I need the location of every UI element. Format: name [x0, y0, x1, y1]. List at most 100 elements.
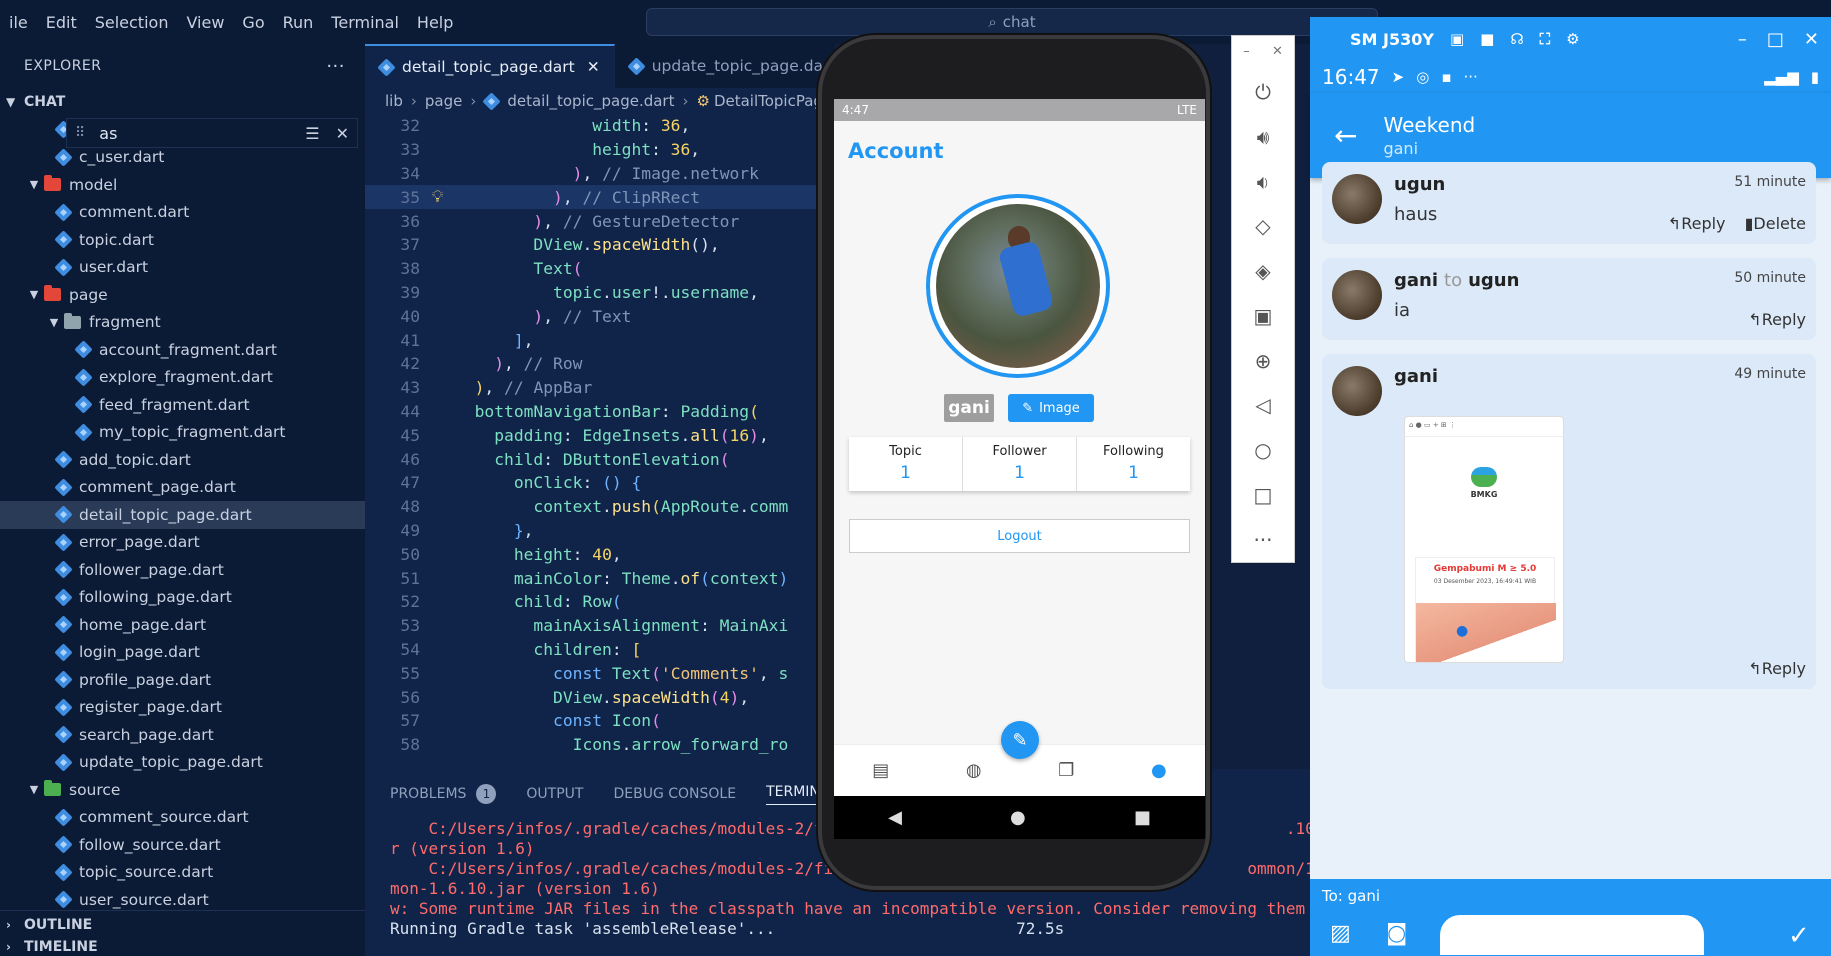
code-line[interactable]: 55 const Text('Comments', s — [365, 661, 835, 685]
reply-button[interactable]: ↰Reply — [1668, 214, 1726, 233]
volume-up-icon[interactable]: 🔊︎ — [1257, 115, 1270, 160]
power-icon[interactable]: ⏻ — [1255, 70, 1271, 115]
tree-file[interactable]: register_page.dart — [0, 694, 365, 722]
tree-file[interactable]: topic.dart — [0, 226, 365, 254]
my-topic-icon[interactable]: ❐ — [1058, 760, 1074, 781]
avatar[interactable] — [1332, 174, 1382, 224]
menu-selection[interactable]: Selection — [86, 13, 178, 32]
tab-output[interactable]: OUTPUT — [526, 786, 583, 802]
recents-icon[interactable]: ■ — [1134, 807, 1151, 828]
close-tab-icon[interactable]: ✕ — [587, 58, 600, 76]
menu-file[interactable]: ile — [0, 13, 37, 32]
code-line[interactable]: 36 ), // GestureDetector — [365, 209, 835, 233]
tab-update-topic-page[interactable]: update_topic_page.dart — [615, 44, 851, 88]
send-check-icon[interactable]: ✓ — [1788, 921, 1810, 951]
add-topic-fab[interactable]: ✎ — [1001, 721, 1039, 759]
code-line[interactable]: 32 width: 36, — [365, 114, 835, 138]
code-line[interactable]: 54 children: [ — [365, 638, 835, 662]
breadcrumb-item[interactable]: lib — [385, 92, 403, 110]
account-icon[interactable]: ● — [1151, 760, 1167, 781]
avatar[interactable] — [926, 194, 1110, 378]
back-icon[interactable]: ◀ — [888, 807, 902, 828]
code-line[interactable]: 44 bottomNavigationBar: Padding( — [365, 400, 835, 424]
tree-file[interactable]: search_page.dart — [0, 721, 365, 749]
comment-author[interactable]: gani — [1394, 366, 1438, 387]
close-icon[interactable]: ✕ — [336, 124, 349, 143]
code-line[interactable]: 49 }, — [365, 519, 835, 543]
code-line[interactable]: 38 Text( — [365, 257, 835, 281]
drag-handle-icon[interactable]: ⠿ — [75, 125, 85, 141]
camera-icon[interactable]: ▣ — [1450, 30, 1464, 48]
explore-globe-icon[interactable]: ◍ — [966, 760, 982, 781]
menu-go[interactable]: Go — [233, 13, 273, 32]
workspace-section[interactable]: ▼ CHAT — [0, 88, 365, 116]
lightbulb-icon[interactable]: 💡︎ — [420, 187, 455, 207]
camera-icon[interactable]: ▣ — [1254, 294, 1273, 339]
tree-file[interactable]: account_fragment.dart — [0, 336, 365, 364]
command-center[interactable]: ⌕ chat — [646, 8, 1378, 36]
overview-icon[interactable]: □ — [1254, 472, 1273, 517]
code-line[interactable]: 53 mainAxisAlignment: MainAxi — [365, 614, 835, 638]
outline-section[interactable]: › OUTLINE — [0, 910, 365, 938]
back-icon[interactable]: ◁ — [1255, 383, 1270, 428]
tree-file[interactable]: comment_source.dart — [0, 804, 365, 832]
home-icon[interactable]: ● — [1010, 807, 1026, 828]
tree-file[interactable]: feed_fragment.dart — [0, 391, 365, 419]
minimize-icon[interactable]: – — [1738, 29, 1747, 50]
tree-file[interactable]: profile_page.dart — [0, 666, 365, 694]
comment-image[interactable]: ⌂ ● ▭ + ⊞ ⋮ BMKG Gempabumi M ≥ 5.0 03 De… — [1404, 416, 1564, 663]
tab-detail-topic-page[interactable]: detail_topic_page.dart ✕ — [365, 44, 615, 88]
tree-file[interactable]: follower_page.dart — [0, 556, 365, 584]
headset-icon[interactable]: ☊ — [1510, 30, 1523, 48]
tree-file[interactable]: login_page.dart — [0, 639, 365, 667]
change-image-button[interactable]: ✎ Image — [1008, 394, 1094, 422]
breadcrumb-item[interactable]: DetailTopicPage — [714, 92, 832, 110]
camera-icon[interactable]: ◙ — [1386, 921, 1407, 946]
avatar[interactable] — [1332, 366, 1382, 416]
tree-file[interactable]: home_page.dart — [0, 611, 365, 639]
menu-help[interactable]: Help — [408, 13, 462, 32]
zoom-icon[interactable]: ⊕ — [1255, 338, 1272, 383]
code-line[interactable]: 51 mainColor: Theme.of(context) — [365, 566, 835, 590]
menu-run[interactable]: Run — [274, 13, 323, 32]
menu-view[interactable]: View — [177, 13, 233, 32]
code-line[interactable]: 47 onClick: () { — [365, 471, 835, 495]
tree-find-widget[interactable]: ⠿ as ☰ ✕ — [66, 118, 358, 148]
code-line[interactable]: 41 ], — [365, 328, 835, 352]
code-line[interactable]: 37 DView.spaceWidth(), — [365, 233, 835, 257]
tree-file[interactable]: detail_topic_page.dart — [0, 501, 365, 529]
code-line[interactable]: 40 ), // Text — [365, 304, 835, 328]
fullscreen-icon[interactable]: ⛶ — [1540, 30, 1551, 48]
reply-button[interactable]: ↰Reply — [1748, 310, 1806, 329]
gallery-icon[interactable]: ▨ — [1330, 921, 1351, 946]
minimize-icon[interactable]: – — [1243, 44, 1250, 70]
gear-icon[interactable]: ⚙ — [1566, 30, 1579, 48]
timeline-section[interactable]: › TIMELINE — [0, 938, 365, 956]
volume-down-icon[interactable]: 🔉︎ — [1257, 159, 1270, 204]
maximize-icon[interactable]: □ — [1767, 29, 1784, 50]
more-actions-icon[interactable]: ··· — [326, 56, 345, 77]
video-icon[interactable]: ■ — [1480, 30, 1494, 48]
code-line[interactable]: 43 ), // AppBar — [365, 376, 835, 400]
tree-file[interactable]: topic_source.dart — [0, 859, 365, 887]
reply-button[interactable]: ↰Reply — [1748, 659, 1806, 678]
close-icon[interactable]: ✕ — [1804, 29, 1819, 50]
tab-problems[interactable]: PROBLEMS 1 — [390, 784, 497, 804]
tree-file[interactable]: add_topic.dart — [0, 446, 365, 474]
tree-file[interactable]: user.dart — [0, 254, 365, 282]
tree-folder[interactable]: ▼ source — [0, 776, 365, 804]
stat-topic[interactable]: Topic 1 — [849, 437, 963, 491]
code-line[interactable]: 48 context.push(AppRoute.comm — [365, 495, 835, 519]
code-line[interactable]: 56 DView.spaceWidth(4), — [365, 685, 835, 709]
menu-terminal[interactable]: Terminal — [322, 13, 408, 32]
filter-icon[interactable]: ☰ — [305, 124, 319, 143]
close-icon[interactable]: ✕ — [1272, 44, 1283, 70]
back-arrow-icon[interactable]: ← — [1334, 119, 1357, 152]
code-line[interactable]: 46 child: DButtonElevation( — [365, 447, 835, 471]
tree-folder[interactable]: ▼ model — [0, 171, 365, 199]
delete-button[interactable]: ▮Delete — [1745, 214, 1806, 233]
code-line[interactable]: 57 const Icon( — [365, 709, 835, 733]
code-line[interactable]: 45 padding: EdgeInsets.all(16), — [365, 423, 835, 447]
code-line[interactable]: 35 💡︎ ), // ClipRRect — [365, 185, 835, 210]
comment-input[interactable] — [1440, 915, 1704, 955]
